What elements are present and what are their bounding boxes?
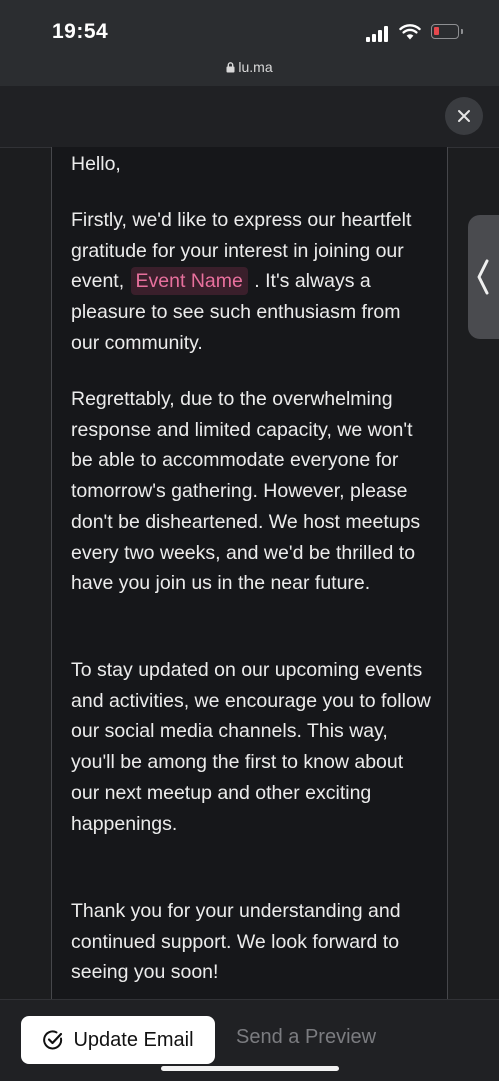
email-paragraph-1: Firstly, we'd like to express our heartf… bbox=[52, 205, 431, 359]
home-indicator[interactable] bbox=[161, 1066, 339, 1071]
check-circle-icon bbox=[43, 1030, 63, 1050]
clock: 19:54 bbox=[52, 20, 109, 43]
battery-icon bbox=[431, 24, 463, 39]
send-preview-button[interactable]: Send a Preview bbox=[236, 1026, 376, 1049]
email-paragraph-2: Regrettably, due to the overwhelming res… bbox=[71, 388, 421, 595]
side-panel-tab[interactable] bbox=[468, 215, 499, 339]
modal-header bbox=[0, 86, 499, 148]
chevron-left-icon bbox=[477, 259, 489, 295]
update-email-button[interactable]: Update Email bbox=[21, 1016, 215, 1064]
close-button[interactable] bbox=[445, 97, 483, 135]
event-name-variable[interactable]: Event Name bbox=[130, 267, 248, 296]
email-paragraph-3: To stay updated on our upcoming events a… bbox=[71, 659, 431, 835]
email-paragraph-4: Thank you for your understanding and con… bbox=[71, 900, 401, 984]
wifi-icon bbox=[399, 24, 421, 40]
url-bar[interactable]: lu.ma bbox=[0, 59, 499, 75]
lock-icon bbox=[226, 62, 235, 73]
close-icon bbox=[458, 110, 470, 122]
email-greeting: Hello, bbox=[71, 153, 121, 175]
cellular-signal-icon bbox=[366, 26, 390, 42]
url-text: lu.ma bbox=[238, 59, 273, 75]
update-email-label: Update Email bbox=[73, 1028, 194, 1051]
status-bar: 19:54 lu.ma bbox=[0, 0, 499, 86]
email-body-editor[interactable]: Hello, Firstly, we'd like to express our… bbox=[51, 147, 448, 999]
